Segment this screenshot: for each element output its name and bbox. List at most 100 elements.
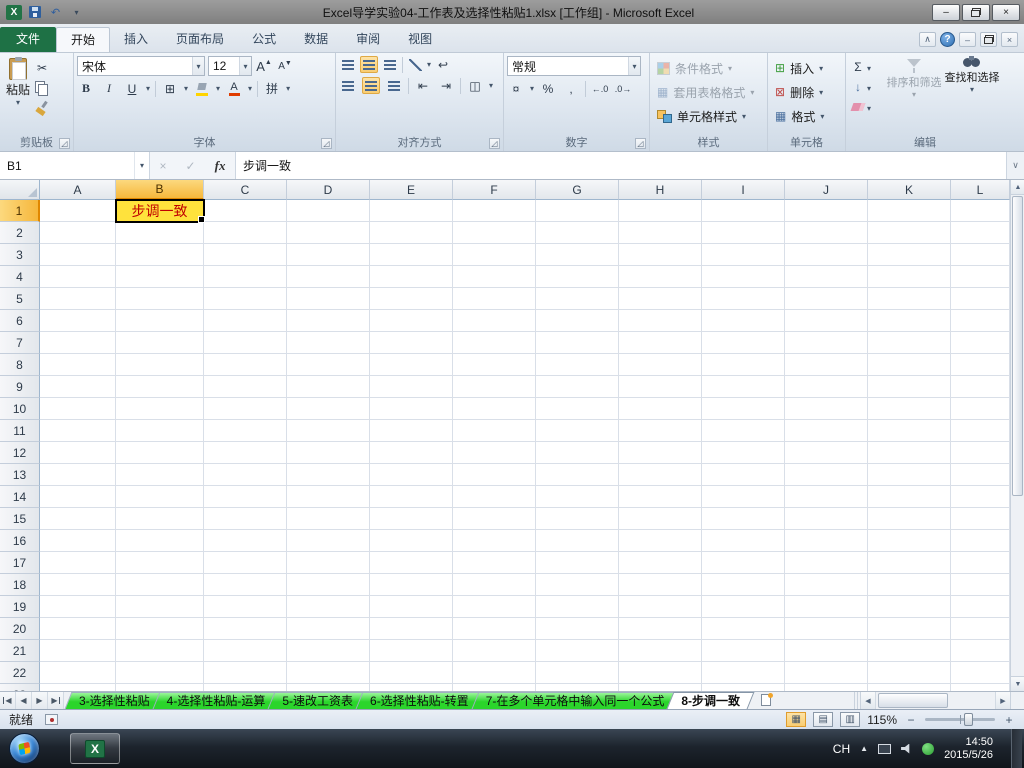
- cell-J18[interactable]: [785, 574, 868, 596]
- cell-F2[interactable]: [453, 222, 536, 244]
- cell-I13[interactable]: [702, 464, 785, 486]
- cell-D21[interactable]: [287, 640, 370, 662]
- row-header-17[interactable]: 17: [0, 552, 40, 574]
- column-header-A[interactable]: A: [40, 180, 116, 200]
- cell-C12[interactable]: [204, 442, 287, 464]
- insert-function-icon[interactable]: fx: [215, 158, 226, 174]
- formula-input[interactable]: 步调一致: [236, 152, 1006, 179]
- page-layout-view-icon[interactable]: ▤: [813, 712, 834, 727]
- cell-J3[interactable]: [785, 244, 868, 266]
- row-header-21[interactable]: 21: [0, 640, 40, 662]
- cell-E1[interactable]: [370, 200, 453, 222]
- ribbon-tab-页面布局[interactable]: 页面布局: [162, 27, 238, 52]
- cell-I22[interactable]: [702, 662, 785, 684]
- row-header-19[interactable]: 19: [0, 596, 40, 618]
- borders-icon[interactable]: ⊞: [161, 80, 179, 97]
- cell-L6[interactable]: [951, 310, 1010, 332]
- cell-C1[interactable]: [204, 200, 287, 222]
- sheet-tab-4[interactable]: 6-选择性粘贴-转置: [359, 692, 480, 709]
- cell-G19[interactable]: [536, 596, 619, 618]
- cell-B8[interactable]: [116, 354, 204, 376]
- cell-C10[interactable]: [204, 398, 287, 420]
- record-macro-icon[interactable]: [45, 714, 59, 725]
- cell-A10[interactable]: [40, 398, 116, 420]
- cell-K16[interactable]: [868, 530, 951, 552]
- cell-K23[interactable]: [868, 684, 951, 691]
- cell-K17[interactable]: [868, 552, 951, 574]
- column-header-H[interactable]: H: [619, 180, 702, 200]
- cell-K21[interactable]: [868, 640, 951, 662]
- cell-E18[interactable]: [370, 574, 453, 596]
- font-dialog-launcher[interactable]: ◿: [321, 138, 332, 149]
- cell-J21[interactable]: [785, 640, 868, 662]
- cell-L9[interactable]: [951, 376, 1010, 398]
- cell-L3[interactable]: [951, 244, 1010, 266]
- number-format-combo[interactable]: 常规 ▾: [507, 56, 641, 76]
- cell-E12[interactable]: [370, 442, 453, 464]
- ribbon-tab-视图[interactable]: 视图: [394, 27, 446, 52]
- cell-L4[interactable]: [951, 266, 1010, 288]
- cell-F12[interactable]: [453, 442, 536, 464]
- vertical-scroll-thumb[interactable]: [1012, 196, 1023, 496]
- zoom-level[interactable]: 115%: [867, 713, 897, 727]
- cell-E16[interactable]: [370, 530, 453, 552]
- cell-K10[interactable]: [868, 398, 951, 420]
- cell-H12[interactable]: [619, 442, 702, 464]
- cell-J16[interactable]: [785, 530, 868, 552]
- cell-H21[interactable]: [619, 640, 702, 662]
- cell-B12[interactable]: [116, 442, 204, 464]
- cell-D23[interactable]: [287, 684, 370, 691]
- cell-F1[interactable]: [453, 200, 536, 222]
- cell-B16[interactable]: [116, 530, 204, 552]
- cell-K15[interactable]: [868, 508, 951, 530]
- italic-button[interactable]: I: [100, 80, 118, 97]
- cell-A3[interactable]: [40, 244, 116, 266]
- column-header-K[interactable]: K: [868, 180, 951, 200]
- cell-B5[interactable]: [116, 288, 204, 310]
- ribbon-tab-插入[interactable]: 插入: [110, 27, 162, 52]
- show-desktop-button[interactable]: [1011, 729, 1022, 768]
- clipboard-dialog-launcher[interactable]: ◿: [59, 138, 70, 149]
- cell-A13[interactable]: [40, 464, 116, 486]
- grow-font-icon[interactable]: A ▲: [255, 58, 273, 75]
- cell-F14[interactable]: [453, 486, 536, 508]
- cell-I9[interactable]: [702, 376, 785, 398]
- cell-B20[interactable]: [116, 618, 204, 640]
- cell-G7[interactable]: [536, 332, 619, 354]
- row-header-15[interactable]: 15: [0, 508, 40, 530]
- cell-K22[interactable]: [868, 662, 951, 684]
- cell-I4[interactable]: [702, 266, 785, 288]
- copy-icon[interactable]: [33, 79, 51, 96]
- cell-styles-button[interactable]: 单元格样式 ▾: [653, 104, 764, 128]
- alignment-dialog-launcher[interactable]: ◿: [489, 138, 500, 149]
- fill-color-icon[interactable]: [193, 80, 211, 97]
- font-color-icon[interactable]: A: [225, 80, 243, 97]
- cell-E10[interactable]: [370, 398, 453, 420]
- column-header-L[interactable]: L: [951, 180, 1010, 200]
- paste-button[interactable]: 粘贴 ▾: [3, 56, 33, 116]
- restore-button[interactable]: [962, 3, 990, 21]
- cell-G15[interactable]: [536, 508, 619, 530]
- zoom-in-icon[interactable]: +: [1002, 713, 1016, 727]
- cell-C4[interactable]: [204, 266, 287, 288]
- row-header-5[interactable]: 5: [0, 288, 40, 310]
- cell-E20[interactable]: [370, 618, 453, 640]
- cell-C3[interactable]: [204, 244, 287, 266]
- volume-tray-icon[interactable]: [901, 743, 910, 754]
- cell-A1[interactable]: [40, 200, 116, 222]
- cell-H8[interactable]: [619, 354, 702, 376]
- ribbon-tab-公式[interactable]: 公式: [238, 27, 290, 52]
- cell-A2[interactable]: [40, 222, 116, 244]
- insert-cells-button[interactable]: ⊞ 插入 ▾: [771, 56, 842, 80]
- cell-H20[interactable]: [619, 618, 702, 640]
- save-icon[interactable]: [26, 4, 43, 21]
- cell-E9[interactable]: [370, 376, 453, 398]
- cell-K12[interactable]: [868, 442, 951, 464]
- cell-I5[interactable]: [702, 288, 785, 310]
- cell-G21[interactable]: [536, 640, 619, 662]
- cell-J10[interactable]: [785, 398, 868, 420]
- cell-L15[interactable]: [951, 508, 1010, 530]
- cell-G22[interactable]: [536, 662, 619, 684]
- cell-L22[interactable]: [951, 662, 1010, 684]
- cell-B9[interactable]: [116, 376, 204, 398]
